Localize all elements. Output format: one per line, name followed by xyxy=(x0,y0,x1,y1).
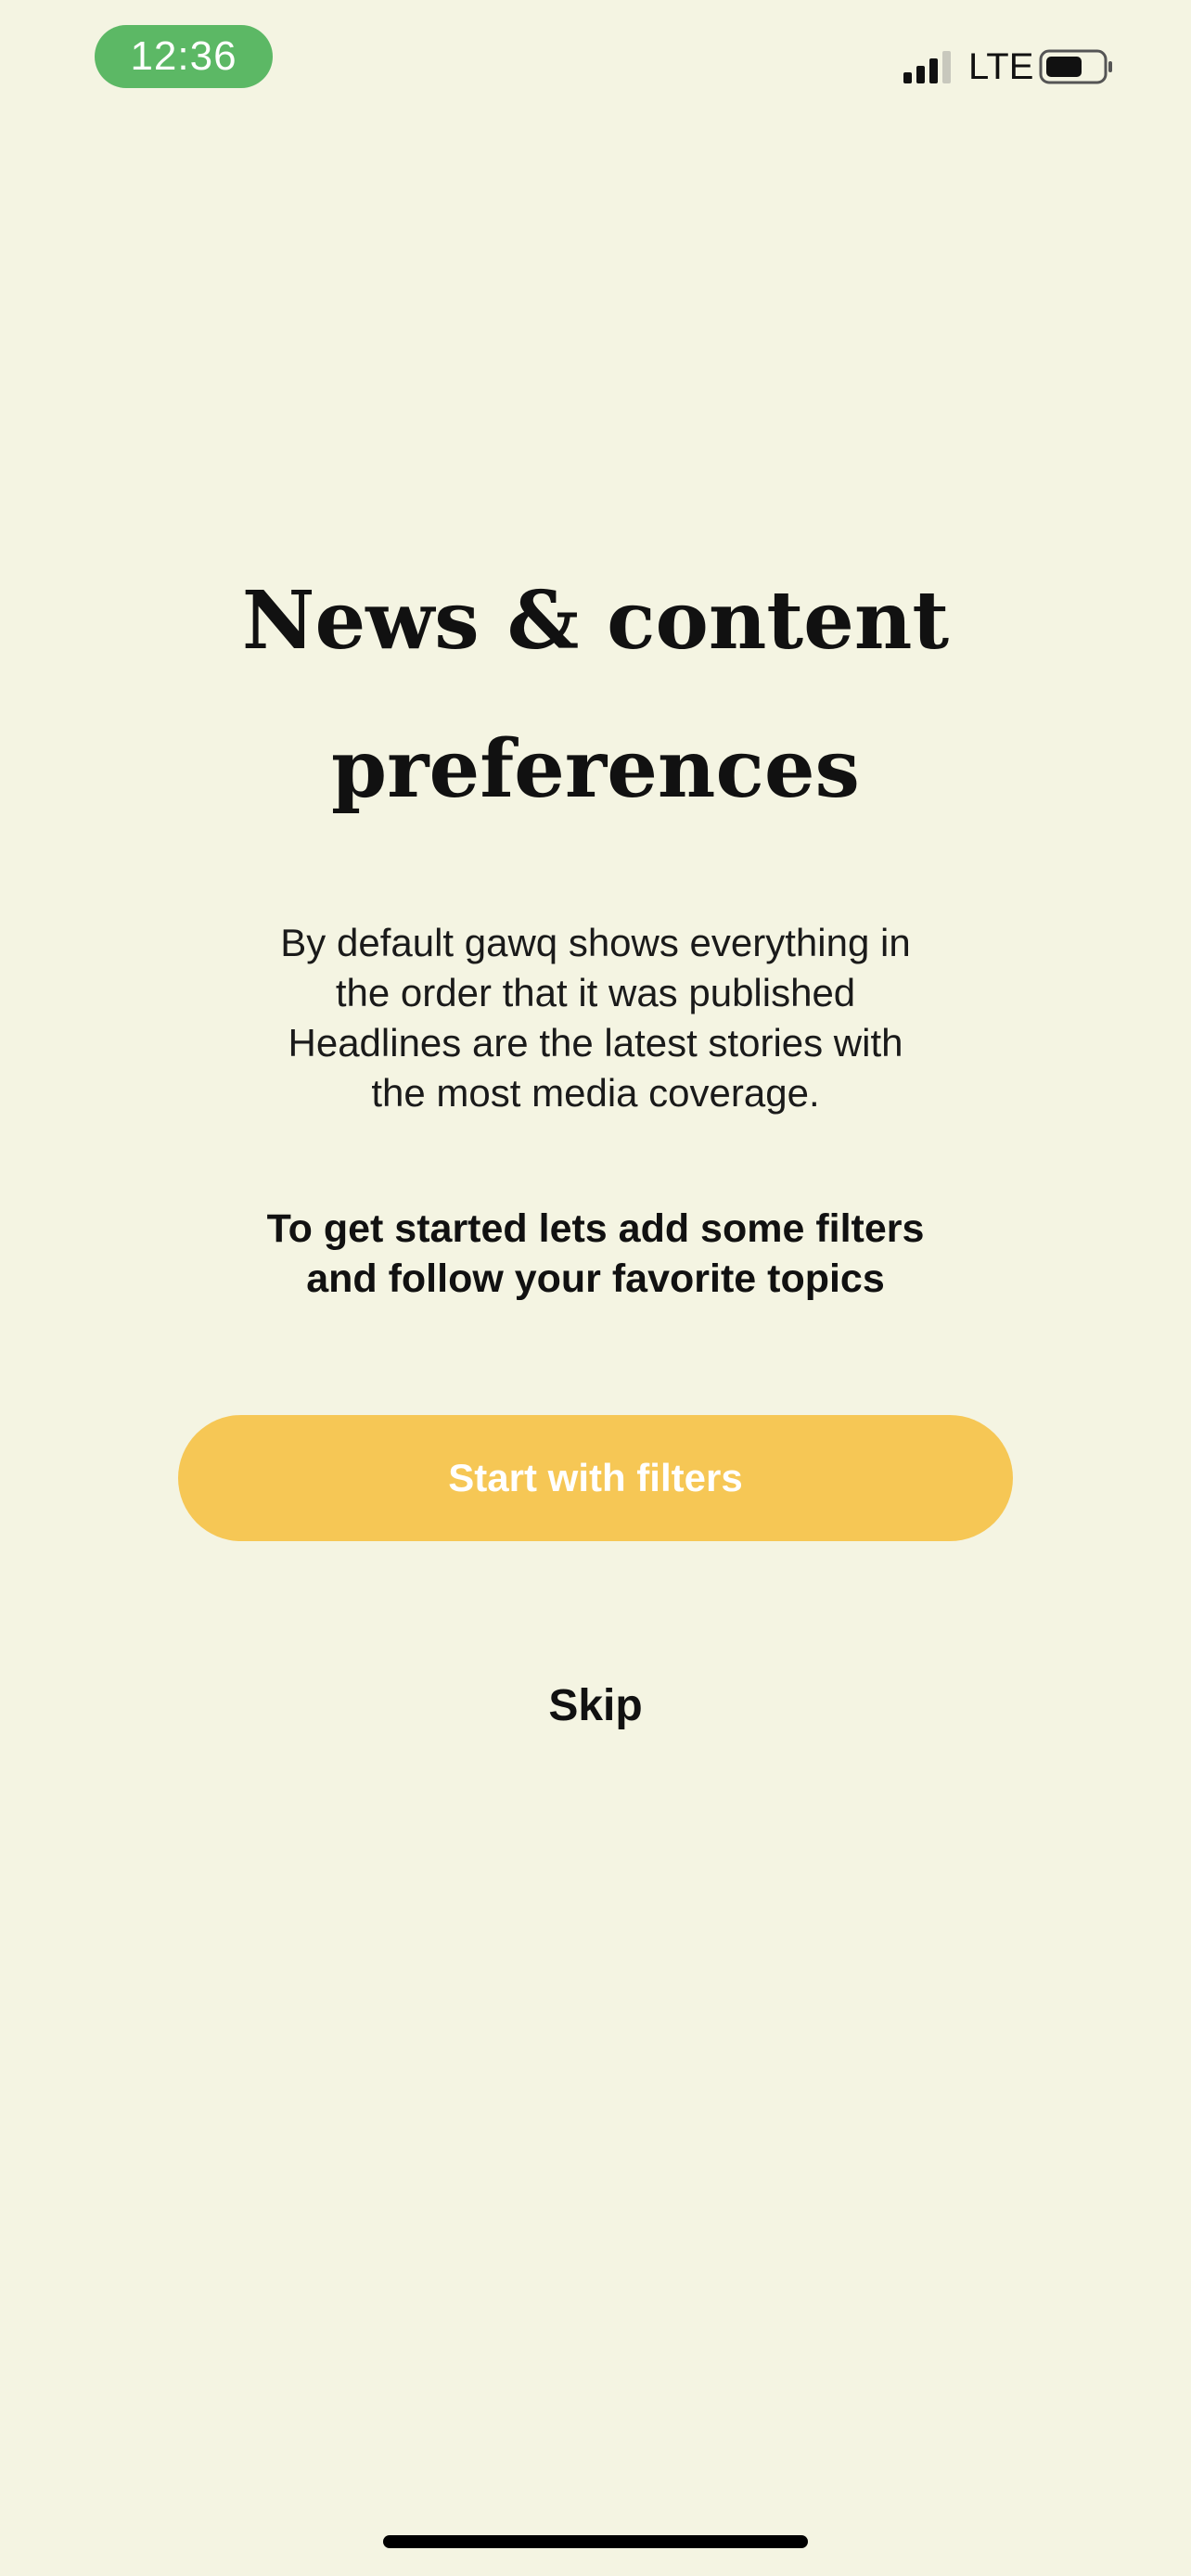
cellular-signal-icon xyxy=(903,51,951,83)
battery-icon xyxy=(1039,49,1112,84)
description-text: By default gawq shows everything in the … xyxy=(280,921,911,1115)
home-indicator[interactable] xyxy=(383,2535,808,2548)
call-to-action-text: To get started lets add some filters and… xyxy=(266,1206,925,1301)
network-type-label: LTE xyxy=(968,46,1034,87)
skip-button[interactable]: Skip xyxy=(456,1673,735,1740)
status-time: 12:36 xyxy=(95,25,273,88)
status-bar: 12:36 LTE xyxy=(0,0,1191,130)
page-title: News & content preferences xyxy=(241,574,950,816)
start-with-filters-button[interactable]: Start with filters xyxy=(178,1415,1013,1541)
